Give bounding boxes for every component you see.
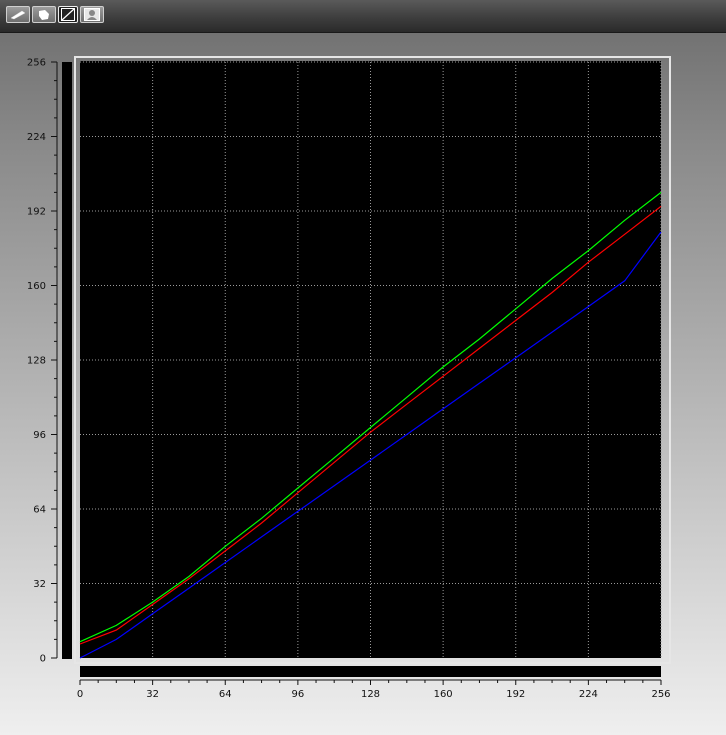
curve-tool-button[interactable] — [6, 6, 30, 23]
y-tick-label: 256 — [27, 58, 46, 69]
y-tick-label: 0 — [40, 654, 46, 665]
x-tick-label: 192 — [506, 689, 525, 700]
tool-button-group — [6, 6, 104, 23]
x-tick-label: 128 — [361, 689, 380, 700]
y-axis: 0 32 64 96 128 160 192 224 256 — [27, 58, 58, 665]
y-tick-label: 160 — [27, 281, 46, 292]
x-tick-label: 0 — [77, 689, 83, 700]
linear-tool-button[interactable] — [58, 6, 78, 23]
y-tick-label: 192 — [27, 207, 46, 218]
y-tick-label: 96 — [33, 430, 46, 441]
y-tick-label: 224 — [27, 132, 46, 143]
curve-editor-panel: 0 32 64 96 128 160 192 224 256 0 32 64 96 128 160 192 2… — [2, 32, 726, 735]
y-tick-label: 32 — [33, 579, 46, 590]
x-tick-label: 160 — [434, 689, 453, 700]
x-tick-label: 32 — [146, 689, 159, 700]
x-axis: 0 32 64 96 128 160 192 224 256 — [77, 679, 671, 700]
pencil-icon — [10, 10, 26, 20]
y-tick-label: 64 — [33, 505, 46, 516]
diagonal-line-icon — [61, 8, 75, 21]
picture-icon — [84, 8, 100, 21]
y-tick-label: 128 — [27, 356, 46, 367]
hand-icon — [39, 9, 49, 20]
pointer-tool-button[interactable] — [32, 6, 56, 23]
curves-chart: 0 32 64 96 128 160 192 224 256 0 32 64 96 128 160 192 2… — [27, 56, 671, 700]
x-gradient-bar — [80, 666, 661, 677]
toolbar — [0, 0, 726, 33]
x-tick-label: 256 — [651, 689, 670, 700]
image-tool-button[interactable] — [80, 6, 104, 23]
x-tick-label: 224 — [579, 689, 598, 700]
x-tick-label: 64 — [219, 689, 232, 700]
y-gradient-bar — [62, 62, 72, 659]
x-tick-label: 96 — [292, 689, 305, 700]
